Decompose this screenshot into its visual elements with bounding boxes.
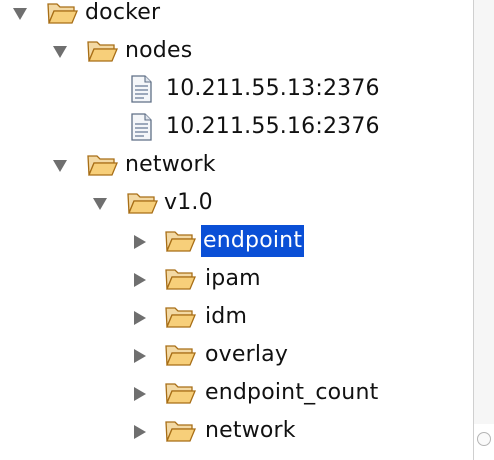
collapsed-toggle-icon[interactable] bbox=[130, 384, 150, 404]
collapsed-toggle-icon[interactable] bbox=[130, 422, 150, 442]
tree-node-overlay[interactable]: overlay bbox=[0, 338, 473, 376]
tree-node-docker[interactable]: docker bbox=[0, 0, 473, 34]
tree-node-v1[interactable]: v1.0 bbox=[0, 186, 473, 224]
tree-node-idm[interactable]: idm bbox=[0, 300, 473, 338]
tree-node-label: 10.211.55.16:2376 bbox=[166, 114, 380, 139]
tree-node-endpoint[interactable]: endpoint bbox=[0, 224, 473, 262]
tree-node-endpoint-count[interactable]: endpoint_count bbox=[0, 376, 473, 414]
folder-open-icon bbox=[164, 379, 196, 407]
tree-node-label: v1.0 bbox=[164, 190, 213, 215]
folder-open-icon bbox=[126, 189, 158, 217]
tree-node-network-child[interactable]: network bbox=[0, 414, 473, 452]
expanded-toggle-icon[interactable] bbox=[50, 42, 70, 62]
tree-node-ipam[interactable]: ipam bbox=[0, 262, 473, 300]
tree-node-label: network bbox=[205, 418, 296, 443]
collapsed-toggle-icon[interactable] bbox=[130, 270, 150, 290]
expanded-toggle-icon[interactable] bbox=[50, 156, 70, 176]
tree-node-label: nodes bbox=[125, 38, 193, 63]
vertical-scrollbar[interactable] bbox=[473, 0, 494, 460]
folder-open-icon bbox=[164, 417, 196, 445]
tree-node-label: ipam bbox=[205, 266, 261, 291]
tree-node-label: network bbox=[125, 152, 216, 177]
expanded-toggle-icon[interactable] bbox=[10, 4, 30, 24]
file-icon bbox=[126, 75, 158, 103]
tree-node-label: overlay bbox=[205, 342, 289, 367]
tree-node-label: docker bbox=[85, 0, 161, 25]
tree-node-label: idm bbox=[205, 304, 248, 329]
collapsed-toggle-icon[interactable] bbox=[130, 346, 150, 366]
collapsed-toggle-icon[interactable] bbox=[130, 308, 150, 328]
tree-node-nodes[interactable]: nodes bbox=[0, 34, 473, 72]
expanded-toggle-icon[interactable] bbox=[90, 194, 110, 214]
tree-node-label: 10.211.55.13:2376 bbox=[166, 76, 380, 101]
tree-node-file[interactable]: 10.211.55.16:2376 bbox=[0, 110, 473, 148]
collapsed-toggle-icon[interactable] bbox=[130, 232, 150, 252]
resize-handle-icon[interactable] bbox=[477, 432, 491, 446]
folder-open-icon bbox=[164, 265, 196, 293]
tree-view[interactable]: docker nodes 10.211.55.13:2376 10.211.55… bbox=[0, 0, 473, 460]
folder-open-icon bbox=[164, 341, 196, 369]
folder-open-icon bbox=[164, 227, 196, 255]
tree-node-network[interactable]: network bbox=[0, 148, 473, 186]
tree-node-label: endpoint_count bbox=[205, 380, 379, 405]
tree-node-file[interactable]: 10.211.55.13:2376 bbox=[0, 72, 473, 110]
folder-open-icon bbox=[164, 303, 196, 331]
folder-open-icon bbox=[86, 151, 118, 179]
tree-node-label-selected: endpoint bbox=[201, 225, 305, 257]
folder-open-icon bbox=[46, 0, 78, 27]
file-icon bbox=[126, 113, 158, 141]
folder-open-icon bbox=[86, 37, 118, 65]
scroll-corner bbox=[473, 424, 494, 460]
tree-node-partial bbox=[0, 452, 473, 460]
